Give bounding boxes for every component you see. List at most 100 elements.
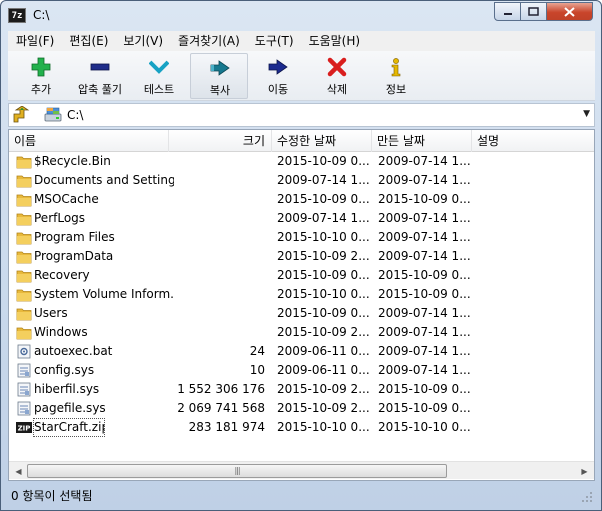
modified-date: 2009-07-14 1...: [277, 173, 369, 187]
folder-icon: [16, 156, 32, 169]
menu-item-2[interactable]: 보기(V): [115, 31, 170, 51]
table-row[interactable]: ZIP StarCraft.zip 283 181 974 2015-10-10 0.…: [9, 418, 594, 437]
title-bar[interactable]: 7z C:\: [1, 1, 601, 31]
column-header-modified[interactable]: 수정한 날짜: [272, 130, 372, 152]
modified-date: 2015-10-09 0...: [277, 306, 369, 320]
file-size: [169, 209, 265, 228]
table-row[interactable]: pagefile.sys 2 069 741 568 2015-10-09 2...…: [9, 399, 594, 418]
toolbar-label: 압축 풀기: [78, 83, 122, 96]
file-name: Users: [34, 306, 68, 320]
modified-date: 2009-06-11 0...: [277, 344, 369, 358]
modified-date: 2015-10-10 0...: [277, 287, 369, 301]
maximize-icon: [528, 7, 539, 16]
file-size: [169, 323, 265, 342]
menu-item-5[interactable]: 도움말(H): [301, 31, 368, 51]
file-name: ProgramData: [34, 249, 114, 263]
up-arrow-icon: [13, 105, 30, 123]
extract-icon: [90, 63, 110, 71]
table-row[interactable]: Users 2015-10-09 0... 2009-07-14 1...: [9, 304, 594, 323]
toolbar-label: 정보: [385, 83, 407, 96]
modified-date: 2009-06-11 0...: [277, 363, 369, 377]
table-row[interactable]: PerfLogs 2009-07-14 1... 2009-07-14 1...: [9, 209, 594, 228]
toolbar-copy-button[interactable]: 복사: [190, 53, 248, 99]
column-header-created[interactable]: 만든 날짜: [372, 130, 472, 152]
column-header-name[interactable]: 이름: [9, 130, 169, 152]
modified-date: 2015-10-09 2...: [277, 382, 369, 396]
table-row[interactable]: Documents and Settings 2009-07-14 1... 200…: [9, 171, 594, 190]
file-size: 283 181 974: [188, 420, 265, 434]
created-date: 2009-07-14 1...: [378, 363, 470, 377]
table-row[interactable]: hiberfil.sys 1 552 306 176 2015-10-09 2...…: [9, 380, 594, 399]
folder-icon: [16, 289, 32, 302]
scroll-left-icon[interactable]: ◀: [10, 463, 27, 479]
created-date: 2015-10-09 0...: [378, 192, 470, 206]
modified-date: 2015-10-09 0...: [277, 268, 369, 282]
file-icon: [17, 344, 31, 359]
menu-item-4[interactable]: 도구(T): [247, 31, 301, 51]
file-size: [169, 152, 265, 171]
resize-grip-icon[interactable]: [581, 491, 593, 503]
zip-file-icon: ZIP: [16, 422, 32, 433]
toolbar-extract-button[interactable]: 압축 풀기: [71, 53, 129, 99]
horizontal-scrollbar[interactable]: ◀ ||| ▶: [9, 461, 594, 479]
scrollbar-thumb[interactable]: |||: [27, 464, 447, 478]
folder-icon: [16, 251, 32, 264]
file-icon: [17, 401, 31, 416]
scroll-right-icon[interactable]: ▶: [576, 463, 593, 479]
column-header-size[interactable]: 크기: [169, 130, 272, 152]
toolbar-label: 이동: [267, 83, 289, 96]
created-date: 2015-10-09 0...: [378, 268, 470, 282]
test-icon: [149, 60, 169, 74]
table-row[interactable]: autoexec.bat 24 2009-06-11 0... 2009-07-14 …: [9, 342, 594, 361]
file-name: PerfLogs: [34, 211, 86, 225]
address-dropdown-icon[interactable]: ▼: [583, 109, 590, 119]
menu-item-3[interactable]: 즐겨찾기(A): [170, 31, 247, 51]
folder-icon: [16, 194, 32, 207]
table-row[interactable]: System Volume Inform... 2015-10-10 0... 20…: [9, 285, 594, 304]
toolbar-test-button[interactable]: 테스트: [130, 53, 188, 99]
table-row[interactable]: Windows 2015-10-09 2... 2009-07-14 1...: [9, 323, 594, 342]
table-row[interactable]: $Recycle.Bin 2015-10-09 0... 2009-07-14 1.…: [9, 152, 594, 171]
menu-item-0[interactable]: 파일(F): [8, 31, 61, 51]
file-size: [169, 228, 265, 247]
maximize-button[interactable]: [520, 2, 547, 21]
column-header-comment[interactable]: 설명: [472, 130, 594, 152]
file-name: $Recycle.Bin: [34, 154, 111, 168]
table-row[interactable]: ProgramData 2015-10-09 2... 2009-07-14 1..…: [9, 247, 594, 266]
created-date: 2009-07-14 1...: [378, 306, 470, 320]
table-row[interactable]: config.sys 10 2009-06-11 0... 2009-07-14 1.…: [9, 361, 594, 380]
created-date: 2009-07-14 1...: [378, 325, 470, 339]
toolbar-add-button[interactable]: 추가: [12, 53, 70, 99]
created-date: 2015-10-10 0...: [378, 420, 470, 434]
close-button[interactable]: [546, 2, 593, 21]
file-size: [169, 171, 265, 190]
created-date: 2009-07-14 1...: [378, 173, 470, 187]
table-row[interactable]: Program Files 2015-10-10 0... 2009-07-14 1…: [9, 228, 594, 247]
table-row[interactable]: Recovery 2015-10-09 0... 2015-10-09 0...: [9, 266, 594, 285]
menu-item-1[interactable]: 편집(E): [61, 31, 115, 51]
toolbar-move-button[interactable]: 이동: [249, 53, 307, 99]
modified-date: 2015-10-09 2...: [277, 249, 369, 263]
copy-icon: [210, 60, 230, 76]
modified-date: 2015-10-09 2...: [277, 401, 369, 415]
toolbar-label: 삭제: [326, 83, 348, 96]
add-icon: [31, 57, 51, 77]
toolbar-label: 복사: [209, 84, 231, 97]
modified-date: 2015-10-09 0...: [277, 192, 369, 206]
table-row[interactable]: MSOCache 2015-10-09 0... 2015-10-09 0...: [9, 190, 594, 209]
toolbar-delete-button[interactable]: 삭제: [308, 53, 366, 99]
file-size: [169, 247, 265, 266]
file-name: StarCraft.zip: [33, 418, 105, 437]
file-name: config.sys: [34, 363, 95, 377]
file-size: [169, 190, 265, 209]
file-icon: [17, 363, 31, 378]
address-path: C:\: [67, 108, 84, 122]
up-folder-button[interactable]: [11, 105, 31, 124]
toolbar-info-button[interactable]: 정보: [367, 53, 425, 99]
address-bar[interactable]: C:\ ▼: [8, 103, 595, 127]
file-list[interactable]: 이름 크기 수정한 날짜 만든 날짜 설명 $Recycle.Bin 2015-1…: [8, 129, 595, 481]
toolbar-label: 추가: [30, 83, 52, 96]
created-date: 2009-07-14 1...: [378, 154, 470, 168]
minimize-button[interactable]: [494, 2, 521, 21]
created-date: 2015-10-09 0...: [378, 287, 470, 301]
